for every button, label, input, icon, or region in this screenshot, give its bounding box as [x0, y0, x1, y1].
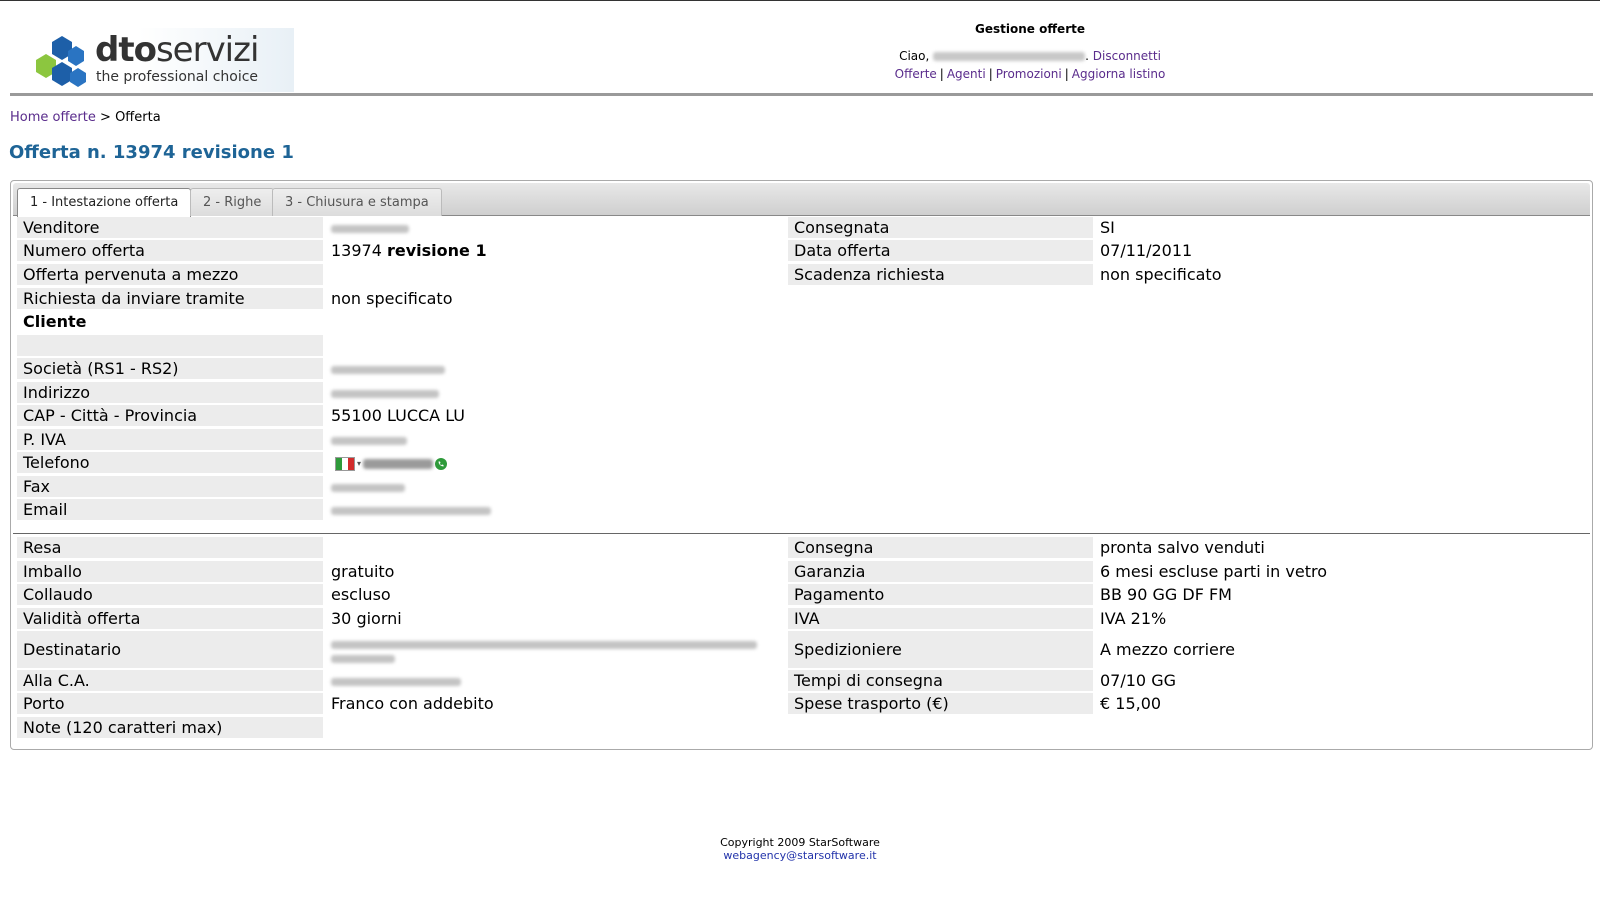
label-societa: Società (RS1 - RS2) — [17, 358, 323, 380]
value-destinatario — [325, 633, 765, 667]
value-fax — [325, 476, 765, 498]
label-data-offerta: Data offerta — [788, 240, 1093, 262]
label-telefono: Telefono — [17, 452, 323, 474]
value-pagamento: BB 90 GG DF FM — [1100, 585, 1232, 604]
value-imballo: gratuito — [331, 562, 395, 581]
label-consegna: Consegna — [788, 537, 1093, 559]
label-pervenuta: Offerta pervenuta a mezzo — [17, 264, 323, 286]
nav-offerte[interactable]: Offerte — [895, 67, 937, 81]
tab-righe[interactable]: 2 - Righe — [190, 188, 275, 216]
tab-bar: 1 - Intestazione offerta 2 - Righe 3 - C… — [13, 183, 1590, 217]
value-telefono: ▾ — [329, 452, 769, 474]
label-fax: Fax — [17, 476, 323, 498]
nav-aggiorna-listino[interactable]: Aggiorna listino — [1072, 67, 1166, 81]
value-validita: 30 giorni — [331, 609, 402, 628]
label-indirizzo: Indirizzo — [17, 382, 323, 404]
label-resa: Resa — [17, 537, 323, 559]
greeting-line: Ciao, . Disconnetti — [899, 49, 1161, 63]
value-spese: € 15,00 — [1100, 694, 1162, 713]
header-divider — [10, 93, 1593, 96]
value-garanzia: 6 mesi escluse parti in vetro — [1100, 562, 1328, 581]
label-email: Email — [17, 499, 323, 521]
nav-promozioni[interactable]: Promozioni — [996, 67, 1062, 81]
label-consegnata: Consegnata — [788, 217, 1093, 239]
label-cliente: Cliente — [23, 312, 87, 331]
main-nav: Offerte | Agenti | Promozioni | Aggiorna listi… — [894, 67, 1166, 81]
user-name-redacted — [933, 52, 1086, 61]
phone-widget[interactable]: ▾ — [335, 453, 448, 475]
value-richiesta: non specificato — [331, 289, 453, 308]
value-indirizzo — [325, 382, 765, 404]
value-societa — [325, 358, 765, 380]
label-cap: CAP - Città - Provincia — [17, 405, 323, 427]
logo-wordmark: dtoservizi — [95, 30, 259, 70]
label-alla-ca: Alla C.A. — [17, 670, 323, 692]
breadcrumb-home[interactable]: Home offerte — [10, 110, 96, 125]
label-imballo: Imballo — [17, 561, 323, 583]
breadcrumb-current: Offerta — [115, 110, 161, 125]
company-logo: dtoservizi the professional choice — [10, 28, 294, 92]
footer: Copyright 2009 StarSoftware webagency@st… — [600, 836, 1000, 862]
label-pagamento: Pagamento — [788, 584, 1093, 606]
value-cap: 55100 LUCCA LU — [331, 406, 466, 425]
label-scadenza: Scadenza richiesta — [788, 264, 1093, 286]
value-consegna: pronta salvo venduti — [1100, 538, 1265, 557]
header-user-area: Gestione offerte Ciao, . Disconnetti Off… — [860, 22, 1200, 82]
label-piva: P. IVA — [17, 429, 323, 451]
italy-flag-icon — [335, 456, 355, 471]
label-garanzia: Garanzia — [788, 561, 1093, 583]
tab-chiusura-stampa[interactable]: 3 - Chiusura e stampa — [272, 188, 442, 216]
tab-intestazione[interactable]: 1 - Intestazione offerta — [17, 188, 192, 217]
label-collaudo: Collaudo — [17, 584, 323, 606]
value-tempi: 07/10 GG — [1100, 671, 1176, 690]
label-destinatario: Destinatario — [17, 631, 323, 669]
label-richiesta: Richiesta da inviare tramite — [17, 288, 323, 310]
label-validita: Validità offerta — [17, 608, 323, 630]
label-tempi: Tempi di consegna — [788, 670, 1093, 692]
label-iva: IVA — [788, 608, 1093, 630]
offer-panel: 1 - Intestazione offerta 2 - Righe 3 - C… — [10, 180, 1593, 750]
top-border — [0, 0, 1600, 1]
value-iva: IVA 21% — [1100, 609, 1167, 628]
value-email — [325, 499, 765, 521]
label-spedizioniere: Spedizioniere — [788, 631, 1093, 669]
breadcrumb: Home offerte > Offerta — [10, 110, 161, 125]
value-piva — [325, 429, 765, 451]
footer-email-link[interactable]: webagency@starsoftware.it — [600, 849, 1000, 862]
hexagon-logo-icon — [36, 36, 86, 87]
value-consegnata: SI — [1100, 218, 1115, 237]
nav-agenti[interactable]: Agenti — [947, 67, 986, 81]
label-numero-offerta: Numero offerta — [17, 240, 323, 262]
breadcrumb-sep: > — [100, 110, 111, 125]
label-spese: Spese trasporto (€) — [788, 693, 1093, 715]
call-icon[interactable] — [435, 457, 448, 470]
value-collaudo: escluso — [331, 585, 391, 604]
copyright: Copyright 2009 StarSoftware — [720, 836, 880, 849]
app-title: Gestione offerte — [975, 22, 1085, 36]
greeting: Ciao, — [899, 49, 930, 63]
logo-tagline: the professional choice — [96, 69, 259, 85]
label-porto: Porto — [17, 693, 323, 715]
value-alla-ca — [325, 670, 765, 692]
logout-link[interactable]: Disconnetti — [1093, 49, 1161, 63]
value-numero-offerta: 13974 revisione 1 — [331, 241, 487, 260]
value-scadenza: non specificato — [1100, 265, 1222, 284]
value-venditore — [325, 217, 765, 239]
label-venditore: Venditore — [17, 217, 323, 239]
label-empty — [17, 335, 323, 357]
value-porto: Franco con addebito — [331, 694, 494, 713]
value-spedizioniere: A mezzo corriere — [1100, 640, 1235, 659]
label-note: Note (120 caratteri max) — [17, 717, 323, 739]
page-title: Offerta n. 13974 revisione 1 — [9, 142, 294, 163]
chevron-down-icon: ▾ — [357, 458, 362, 468]
section-divider — [13, 533, 1590, 534]
value-data-offerta: 07/11/2011 — [1100, 241, 1193, 260]
